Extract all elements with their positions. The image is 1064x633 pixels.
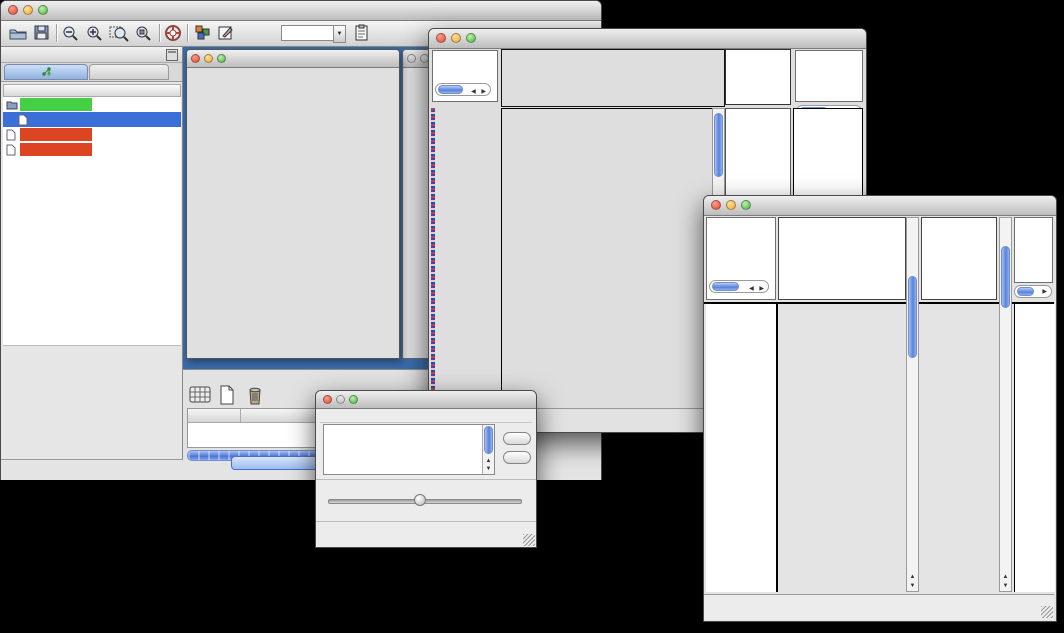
folder-icon <box>6 99 17 110</box>
network-window-1[interactable] <box>186 49 400 359</box>
treeview1-title-bar[interactable] <box>429 29 866 49</box>
close-button[interactable] <box>436 33 446 43</box>
speed-slider-thumb[interactable] <box>414 494 426 506</box>
map-colors-dialog: ▲▼ <box>315 390 537 548</box>
zoom-out-icon[interactable] <box>61 24 81 42</box>
treeview-window-2: ◀ ▶ ▶ ▲▼ ▲▼ <box>703 195 1057 622</box>
network-name <box>31 113 103 126</box>
toolbar-separator <box>187 24 188 42</box>
main-title-bar[interactable] <box>1 1 601 21</box>
annotation-icon[interactable] <box>353 24 373 42</box>
tv1-row-dendrogram[interactable] <box>435 108 498 406</box>
network-list-row[interactable] <box>3 142 181 157</box>
open-folder-icon[interactable] <box>8 24 28 42</box>
close-button[interactable] <box>8 5 18 15</box>
minimize-button[interactable] <box>336 395 345 404</box>
move-down-button[interactable] <box>503 451 531 464</box>
tv2-zoom-scrollbar[interactable]: ▲▼ <box>999 217 1012 592</box>
tv2-column-dendrogram-area <box>778 217 906 300</box>
network-table-header <box>3 84 181 97</box>
network-list-empty <box>3 159 181 346</box>
float-panel-icon[interactable] <box>166 49 178 61</box>
tv1-column-dendrogram[interactable] <box>501 49 725 107</box>
tv1-view-status: ◀ ▶ <box>432 50 498 102</box>
window-controls <box>8 5 48 15</box>
zoom-button[interactable] <box>349 395 358 404</box>
file-icon <box>18 114 29 125</box>
control-panel-tabs <box>1 63 182 82</box>
network-name <box>20 128 92 141</box>
tv1-heatmap[interactable] <box>501 108 712 407</box>
tv2-row-dendrogram[interactable] <box>706 304 776 592</box>
zoom-button[interactable] <box>466 33 476 43</box>
zoom-button[interactable] <box>217 54 226 63</box>
zoom-fit-icon[interactable] <box>109 24 129 42</box>
search-dropdown-arrow[interactable]: ▼ <box>333 25 346 43</box>
trash-icon[interactable] <box>245 385 265 410</box>
network-list-row[interactable] <box>3 127 181 142</box>
new-file-icon[interactable] <box>217 385 237 410</box>
help-ring-icon[interactable] <box>164 24 184 42</box>
minimize-button[interactable] <box>204 54 213 63</box>
tv2-view-status: ◀ ▶ <box>706 217 776 300</box>
tv2-zoom-heatmap[interactable] <box>921 304 997 592</box>
attribute-listbox[interactable] <box>323 424 495 475</box>
tv2-usage-scrollbar[interactable]: ▶ <box>1014 285 1052 298</box>
tv2-gene-list <box>1014 304 1055 592</box>
minimize-button[interactable] <box>23 5 33 15</box>
table-icon[interactable] <box>189 385 211 410</box>
close-button[interactable] <box>407 54 416 63</box>
network-name <box>20 143 92 156</box>
tv2-status-scrollbar[interactable]: ◀ ▶ <box>709 280 769 293</box>
network-list <box>3 97 181 159</box>
plugin-panel-icon[interactable] <box>194 24 214 42</box>
save-icon[interactable] <box>33 24 53 42</box>
tv2-column-labels <box>921 217 997 300</box>
network-list-row[interactable] <box>3 97 181 112</box>
network-canvas-1[interactable] <box>188 67 398 355</box>
file-icon <box>6 144 17 155</box>
tab-vizmapper[interactable] <box>89 64 169 80</box>
tab-network[interactable] <box>4 64 88 80</box>
resize-grip[interactable] <box>523 534 535 546</box>
tv2-heatmap[interactable] <box>778 304 906 592</box>
control-panel <box>1 47 183 459</box>
tv1-mini-matrix[interactable] <box>730 123 784 177</box>
treeview2-title-bar[interactable] <box>704 196 1056 216</box>
minimize-button[interactable] <box>451 33 461 43</box>
toolbar-separator <box>159 24 160 42</box>
resize-grip[interactable] <box>1041 606 1053 618</box>
tv2-usage-hints <box>1014 217 1053 283</box>
attribute-list-scrollbar[interactable]: ▲▼ <box>482 425 494 474</box>
search-input[interactable] <box>281 25 335 41</box>
network-list-row[interactable] <box>3 112 181 127</box>
close-button[interactable] <box>323 395 332 404</box>
dialog-title-bar[interactable] <box>316 391 536 409</box>
close-button[interactable] <box>711 200 721 210</box>
tv2-heatmap-scrollbar[interactable]: ▲▼ <box>906 217 919 592</box>
network-overview-canvas[interactable] <box>3 349 181 457</box>
tv1-status-scrollbar[interactable]: ◀ ▶ <box>435 83 491 96</box>
zoom-button[interactable] <box>741 200 751 210</box>
tv2-button-bar <box>704 594 1054 620</box>
tv1-column-labels <box>725 49 791 105</box>
zoom-button[interactable] <box>38 5 48 15</box>
move-up-button[interactable] <box>503 432 531 445</box>
file-icon <box>6 129 17 140</box>
edit-panel-icon[interactable] <box>217 24 237 42</box>
tv1-usage-hints <box>795 50 863 102</box>
network-name <box>20 98 92 111</box>
minimize-button[interactable] <box>726 200 736 210</box>
close-button[interactable] <box>191 54 200 63</box>
network-tab-icon <box>42 67 51 76</box>
zoom-in-icon[interactable] <box>85 24 105 42</box>
toolbar-separator <box>56 24 57 42</box>
zoom-selected-icon[interactable] <box>134 24 154 42</box>
